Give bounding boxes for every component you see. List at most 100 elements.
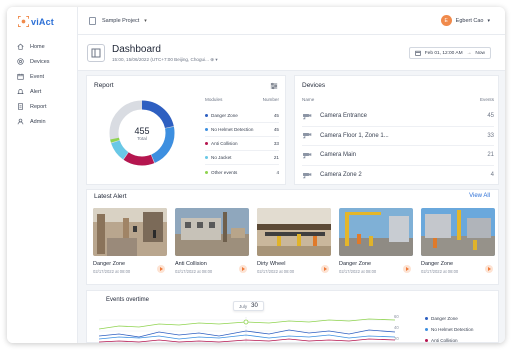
dashboard-header: Dashboard 15:00, 15/06/2022 (UTC+7:00 Be… xyxy=(78,35,505,71)
legend-label: Danger Zone xyxy=(431,316,458,321)
legend-label: Anti Collision xyxy=(431,338,458,343)
sidebar-item-label: Report xyxy=(30,103,47,110)
legend-value: 4 xyxy=(276,169,279,175)
col-modules: Modules xyxy=(205,97,223,102)
topbar: Sample Project ▾ E Egbert Cao ▾ xyxy=(78,7,505,35)
filter-icon[interactable] xyxy=(270,82,278,90)
sidebar-item-devices[interactable]: Devices xyxy=(7,54,78,69)
play-icon[interactable] xyxy=(157,265,165,273)
device-events: 33 xyxy=(487,132,494,139)
alert-name: Danger Zone xyxy=(339,261,372,267)
timezone-info[interactable]: 15:00, 15/06/2022 (UTC+7:00 Beijing, Cho… xyxy=(112,57,218,63)
alert-time: 02/17/2022 at 08:00 xyxy=(421,269,459,274)
chevron-down-icon: ▾ xyxy=(487,17,490,24)
project-selector[interactable]: Sample Project ▾ xyxy=(89,17,147,25)
alert-name: Anti Collision xyxy=(175,261,207,267)
legend-label: Anti Collision xyxy=(211,141,238,146)
latest-alert-panel: Latest Alert View All Danger Zone 02/17/… xyxy=(86,189,499,285)
device-row[interactable]: Camera Zone 2 4 xyxy=(302,166,494,186)
project-icon xyxy=(89,17,96,25)
date-range-picker[interactable]: Feb 01, 12:00 AM → Now xyxy=(408,47,491,59)
series-line-anti-collision xyxy=(99,338,396,343)
legend-item[interactable]: Danger Zone xyxy=(425,313,497,324)
sidebar-item-alert[interactable]: Alert xyxy=(7,84,78,99)
alert-thumbnail[interactable] xyxy=(421,208,495,256)
legend-row[interactable]: Other events 4 xyxy=(205,165,279,179)
cctv-icon xyxy=(303,133,312,139)
alert-card[interactable]: Dirty Wheel 02/17/2022 at 08:00 xyxy=(257,208,331,279)
y-axis: 60 40 20 xyxy=(394,314,406,343)
device-events: 4 xyxy=(490,172,494,179)
event-icon xyxy=(17,73,24,80)
play-icon[interactable] xyxy=(321,265,329,273)
legend-row[interactable]: No Helmet Detection 45 xyxy=(205,123,279,137)
device-row[interactable]: Camera Entrance 45 xyxy=(302,107,494,127)
alert-thumbnail[interactable] xyxy=(339,208,413,256)
legend-label: No Jacket xyxy=(211,155,232,160)
play-icon[interactable] xyxy=(403,265,411,273)
alert-thumbnail[interactable] xyxy=(93,208,167,256)
play-icon[interactable] xyxy=(239,265,247,273)
legend-dot xyxy=(205,156,208,159)
play-icon[interactable] xyxy=(485,265,493,273)
latest-alert-title: Latest Alert xyxy=(94,193,127,200)
cctv-icon xyxy=(303,152,312,159)
sidebar-item-label: Home xyxy=(30,43,45,50)
donut-total-value: 455 xyxy=(134,126,150,136)
legend-item[interactable]: No Helmet Detection xyxy=(425,324,497,335)
logo-icon xyxy=(18,16,29,27)
cctv-icon xyxy=(303,172,312,179)
sidebar-item-label: Admin xyxy=(30,118,46,125)
report-table-header: Modules Number xyxy=(205,97,279,102)
project-name: Sample Project xyxy=(102,18,140,24)
y-tick: 20 xyxy=(394,336,399,341)
devices-title: Devices xyxy=(302,82,326,89)
legend-row[interactable]: No Jacket 21 xyxy=(205,151,279,165)
device-name: Camera Entrance xyxy=(320,113,368,120)
user-menu[interactable]: E Egbert Cao ▾ xyxy=(440,15,490,26)
logo[interactable]: viAct xyxy=(18,16,54,27)
alert-card[interactable]: Danger Zone 02/17/2022 at 08:00 xyxy=(339,208,413,279)
legend-row[interactable]: Danger Zone 45 xyxy=(205,109,279,123)
chart-tooltip: July 30 xyxy=(233,301,264,311)
col-number: Number xyxy=(262,97,279,102)
legend-label: Danger Zone xyxy=(211,113,238,118)
legend-label: No Helmet Detection xyxy=(211,127,254,132)
view-all-link[interactable]: View All xyxy=(469,193,490,199)
sidebar-item-report[interactable]: Report xyxy=(7,99,78,114)
device-name: Camera Zone 2 xyxy=(320,172,362,179)
y-tick: 60 xyxy=(394,314,399,319)
alert-time: 02/17/2022 at 08:00 xyxy=(93,269,131,274)
alert-thumbnail[interactable] xyxy=(257,208,331,256)
legend-item[interactable]: Anti Collision xyxy=(425,335,497,343)
device-row[interactable]: Camera Main 21 xyxy=(302,146,494,166)
main-content: Dashboard 15:00, 15/06/2022 (UTC+7:00 Be… xyxy=(78,35,505,343)
alert-icon xyxy=(17,89,24,94)
alert-card[interactable]: Danger Zone 02/17/2022 at 08:00 xyxy=(93,208,167,279)
col-name: Name xyxy=(302,97,315,102)
alert-card[interactable]: Anti Collision 02/17/2022 at 08:00 xyxy=(175,208,249,279)
cctv-icon xyxy=(303,113,312,120)
legend-value: 45 xyxy=(273,113,279,118)
alert-card[interactable]: Danger Zone 02/17/2022 at 08:00 xyxy=(421,208,495,279)
legend-dot xyxy=(205,142,208,145)
devices-list: Camera Entrance 45 Camera Floor 1, Zone … xyxy=(302,107,494,185)
app-window: viAct Home Devices Event Alert Report Ad… xyxy=(7,7,505,343)
hover-point xyxy=(243,319,249,325)
legend-dot xyxy=(205,128,208,131)
sidebar-nav: Home Devices Event Alert Report Admin xyxy=(7,39,78,129)
calendar-icon xyxy=(414,50,421,56)
alert-thumbnail[interactable] xyxy=(175,208,249,256)
alert-name: Danger Zone xyxy=(93,261,126,267)
legend-value: 45 xyxy=(273,127,279,132)
report-title: Report xyxy=(94,82,114,89)
arrow-right-icon: → xyxy=(466,50,472,56)
sidebar-item-admin[interactable]: Admin xyxy=(7,114,78,129)
col-events: Events xyxy=(479,97,494,102)
device-row[interactable]: Camera Floor 1, Zone 1... 33 xyxy=(302,127,494,146)
legend-row[interactable]: Anti Collision 33 xyxy=(205,137,279,151)
sidebar-item-event[interactable]: Event xyxy=(7,69,78,84)
sidebar-item-home[interactable]: Home xyxy=(7,39,78,54)
legend-value: 33 xyxy=(273,141,279,146)
donut-total-label: Total xyxy=(137,136,147,141)
